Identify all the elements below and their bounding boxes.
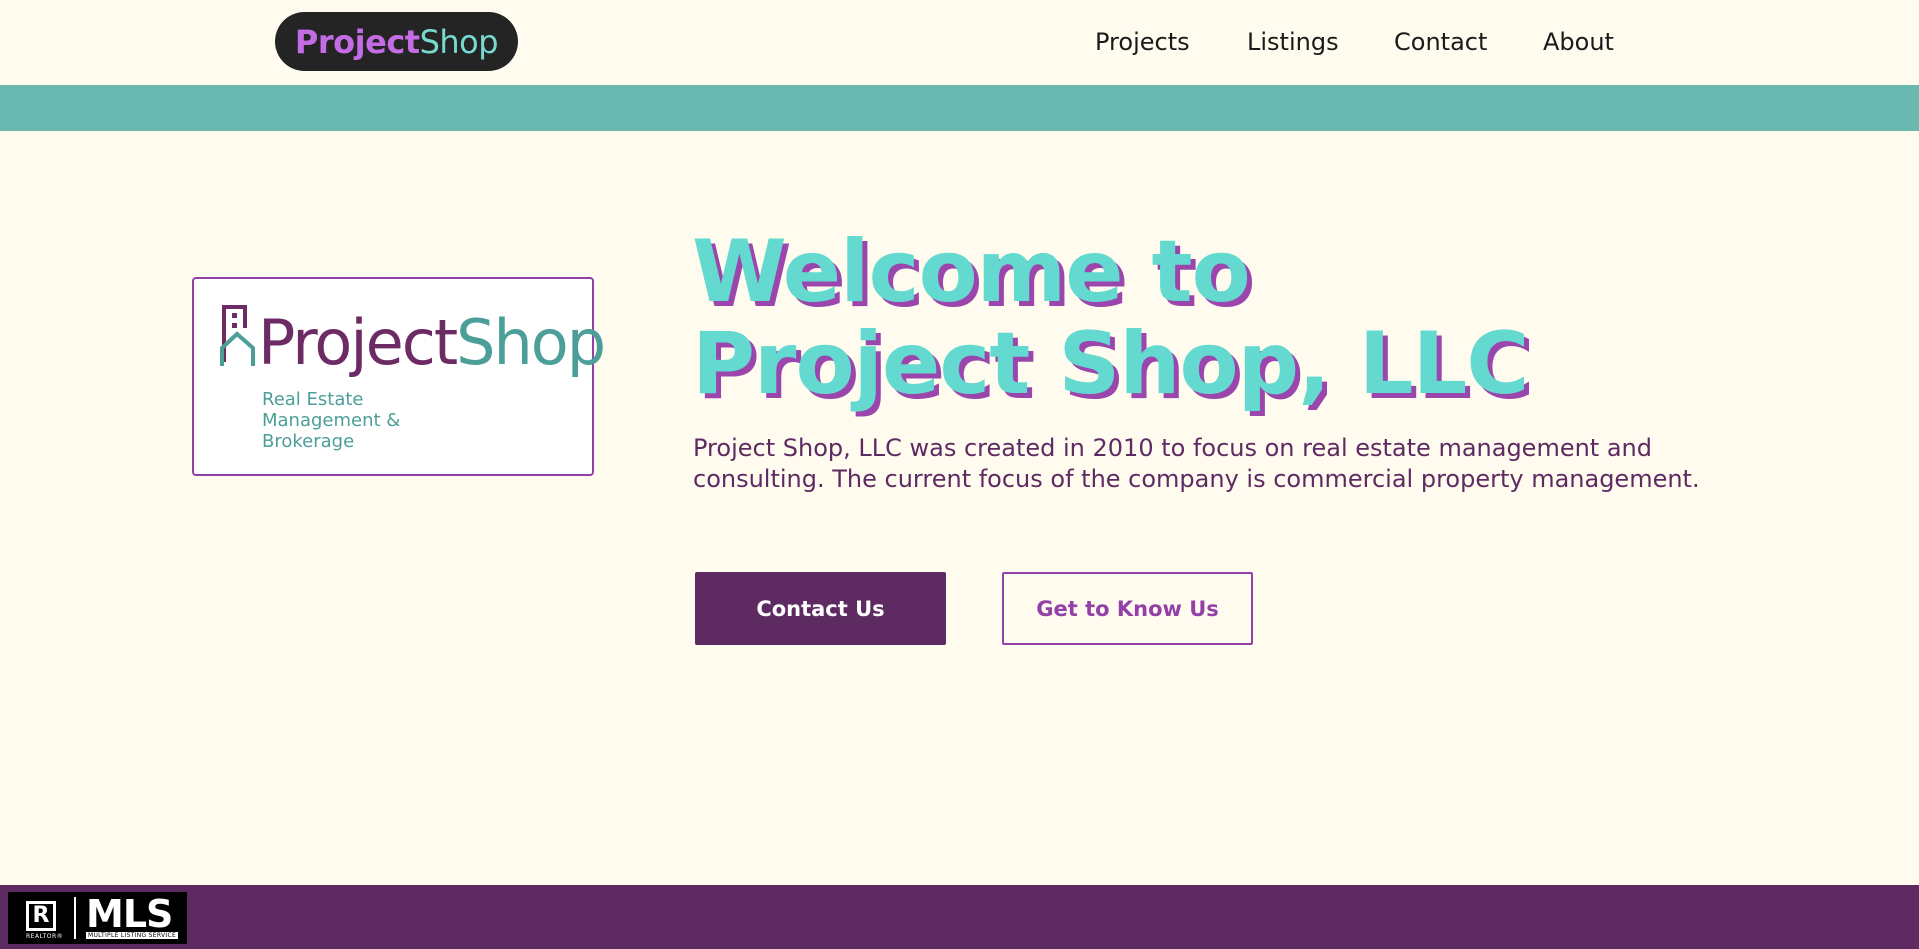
nav-link-contact[interactable]: Contact xyxy=(1394,24,1487,60)
logo-tagline: Real Estate Management & Brokerage xyxy=(262,389,401,452)
site-footer: R REALTOR® MLS MULTIPLE LISTING SERVICE xyxy=(0,885,1919,949)
main-nav: Projects Listings Contact About xyxy=(0,24,1919,60)
realtor-r-icon: R xyxy=(26,901,56,931)
nav-link-listings[interactable]: Listings xyxy=(1247,24,1339,60)
hero-description: Project Shop, LLC was created in 2010 to… xyxy=(693,434,1700,493)
badge-divider xyxy=(74,897,76,939)
logo-wordmark: ProjectShop xyxy=(258,306,606,379)
hero-title-line1: Welcome to xyxy=(692,222,1251,322)
hero-title-line2: Project Shop, LLC xyxy=(692,314,1529,414)
mls-realtor-badge: R REALTOR® MLS MULTIPLE LISTING SERVICE xyxy=(8,892,187,944)
page: Project Shop Projects Listings Contact Ab… xyxy=(0,0,1919,949)
logo-word-primary: Project xyxy=(258,306,458,379)
logo-word-secondary: Shop xyxy=(456,306,606,379)
building-house-icon xyxy=(220,305,255,366)
company-logo-card: ProjectShop Real Estate Management & Bro… xyxy=(192,277,606,476)
get-to-know-us-button[interactable]: Get to Know Us xyxy=(1002,572,1253,645)
realtor-caption: REALTOR® xyxy=(26,933,64,940)
nav-link-projects[interactable]: Projects xyxy=(1095,24,1190,60)
mls-caption: MULTIPLE LISTING SERVICE xyxy=(86,932,179,939)
mls-wordmark: MLS xyxy=(86,892,173,936)
nav-link-about[interactable]: About xyxy=(1543,24,1614,60)
teal-divider-band xyxy=(0,85,1919,131)
hero-title: Welcome to Project Shop, LLC xyxy=(692,226,1692,410)
contact-us-button[interactable]: Contact Us xyxy=(695,572,946,645)
site-header: Project Shop Projects Listings Contact Ab… xyxy=(0,0,1919,85)
